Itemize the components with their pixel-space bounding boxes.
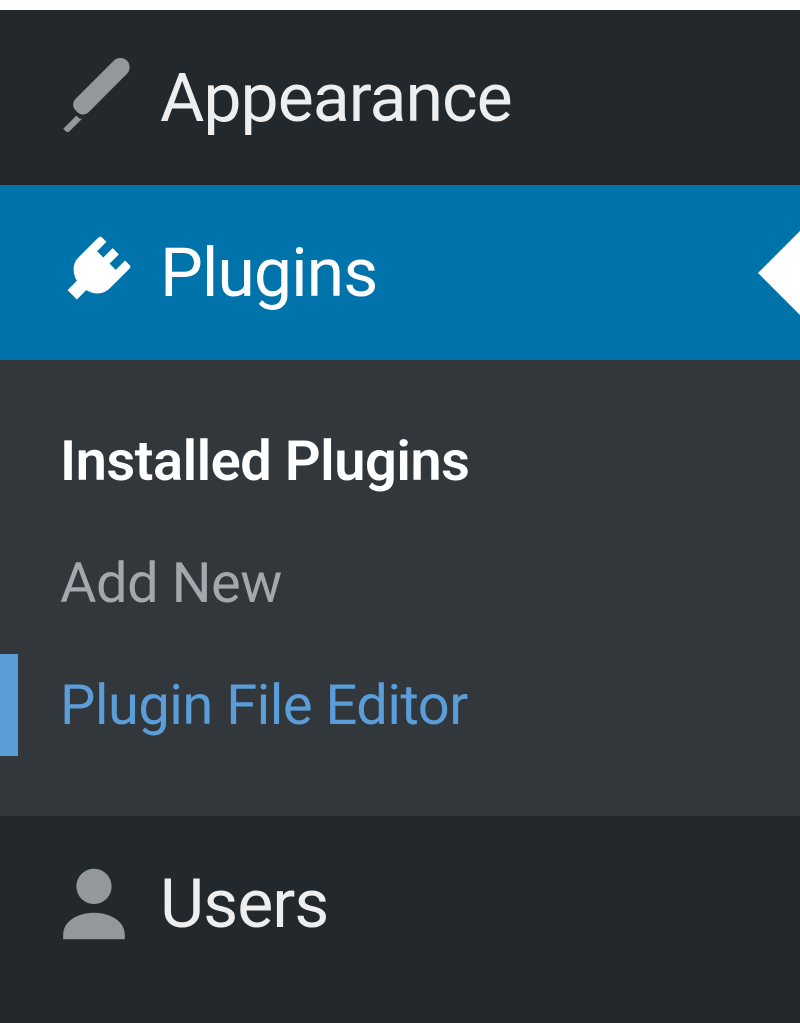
submenu-item-plugin-file-editor[interactable]: Plugin File Editor bbox=[0, 644, 800, 766]
menu-label: Users bbox=[160, 864, 328, 944]
admin-sidebar: Appearance Plugins Installed Plugins Add… bbox=[0, 0, 800, 1023]
plugins-submenu: Installed Plugins Add New Plugin File Ed… bbox=[0, 360, 800, 816]
plug-icon bbox=[50, 229, 160, 317]
sidebar-item-appearance[interactable]: Appearance bbox=[0, 10, 800, 185]
sidebar-item-plugins[interactable]: Plugins bbox=[0, 185, 800, 360]
top-edge bbox=[0, 0, 800, 10]
sidebar-item-users[interactable]: Users bbox=[0, 816, 800, 991]
menu-label: Appearance bbox=[160, 58, 512, 138]
submenu-item-add-new[interactable]: Add New bbox=[0, 522, 800, 644]
paintbrush-icon bbox=[50, 54, 160, 142]
menu-label: Plugins bbox=[160, 233, 377, 313]
submenu-item-installed-plugins[interactable]: Installed Plugins bbox=[0, 400, 800, 522]
user-icon bbox=[50, 860, 160, 948]
